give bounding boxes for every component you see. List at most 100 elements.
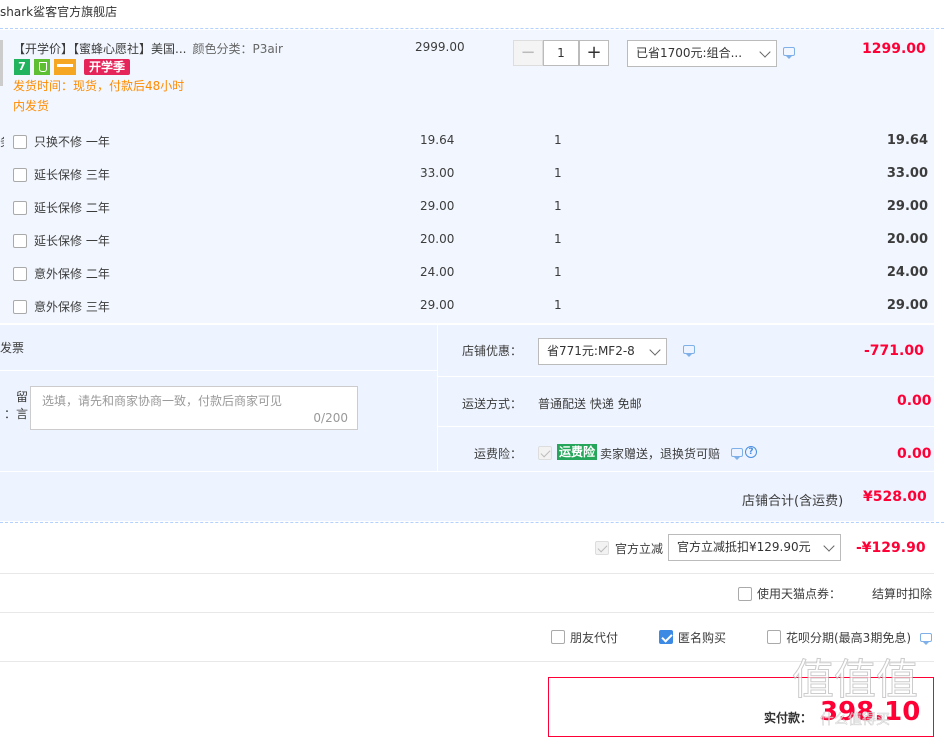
message-textarea[interactable]: 选填，请先和商家协商一致，付款后商家可见 0/200 <box>30 386 358 430</box>
chevron-down-icon <box>649 344 661 356</box>
shop-name[interactable]: shark鲨客官方旗舰店 <box>0 3 117 20</box>
store-coupon-select[interactable]: 省771元:MF2-8 <box>538 338 667 365</box>
quantity-decrease-button[interactable]: − <box>513 40 543 66</box>
product-title-text[interactable]: 【开学价】【蜜蜂心愿社】美国... <box>13 42 186 56</box>
insurance-checkbox[interactable] <box>538 446 552 460</box>
divider <box>0 612 934 613</box>
service-checkbox[interactable] <box>13 267 27 281</box>
cup-icon[interactable] <box>34 59 50 75</box>
message-label: 留言： <box>0 388 28 422</box>
watermark-logo: 值值值 什么值得买 <box>792 655 919 729</box>
quantity-input[interactable]: 1 <box>543 40 579 66</box>
store-coupon-label: 店铺优惠： <box>462 344 523 358</box>
insurance-cost: 0.00 <box>897 446 932 462</box>
item-total-price: 1299.00 <box>862 41 926 57</box>
service-checkbox[interactable] <box>13 201 27 215</box>
divider <box>0 573 934 574</box>
service-total: 29.00 <box>886 199 928 214</box>
message-placeholder: 选填，请先和商家协商一致，付款后商家可见 <box>42 394 283 408</box>
service-checkbox[interactable] <box>13 135 27 149</box>
chat-icon[interactable] <box>783 47 795 59</box>
service-checkbox[interactable] <box>13 234 27 248</box>
delivery-time: 发货时间：现货，付款后48小时 <box>13 79 185 93</box>
service-price: 29.00 <box>420 199 455 213</box>
service-qty: 1 <box>554 232 562 246</box>
divider <box>0 471 934 472</box>
service-label[interactable]: 延长保修 二年 <box>34 199 110 216</box>
service-price: 29.00 <box>420 298 455 312</box>
service-label[interactable]: 意外保修 二年 <box>34 265 110 282</box>
help-icon[interactable]: ? <box>745 446 757 458</box>
tmall-coupon-settle: 结算时扣除 <box>872 587 933 601</box>
shipping-label: 运送方式： <box>462 397 523 411</box>
store-total: ¥528.00 <box>863 489 927 505</box>
friend-pay-checkbox[interactable] <box>551 630 565 644</box>
promotion-select-value: 已省1700元:组合... <box>636 46 743 60</box>
service-total: 29.00 <box>886 298 928 313</box>
insurance-label: 运费险： <box>474 447 523 461</box>
watermark-text: 值值值 <box>792 655 918 704</box>
service-qty: 1 <box>554 133 562 147</box>
seven-day-return-icon[interactable]: 7 <box>14 59 30 75</box>
product-sku: 颜色分类：P3air <box>192 42 283 56</box>
unit-price: 2999.00 <box>415 40 465 54</box>
chat-icon[interactable] <box>683 345 695 357</box>
credit-card-icon[interactable] <box>54 59 76 75</box>
divider <box>0 522 944 523</box>
service-price: 24.00 <box>420 265 455 279</box>
service-price: 19.64 <box>420 133 455 147</box>
promotion-select[interactable]: 已省1700元:组合... <box>627 40 777 67</box>
service-label[interactable]: 意外保修 三年 <box>34 298 110 315</box>
service-total: 24.00 <box>886 265 928 280</box>
service-qty: 1 <box>554 298 562 312</box>
quantity-increase-button[interactable]: + <box>579 40 609 66</box>
service-label[interactable]: 只换不修 一年 <box>34 133 110 150</box>
delivery-time-cont: 内发货 <box>13 99 50 113</box>
service-checkbox[interactable] <box>13 168 27 182</box>
service-row: 延长保修 二年 29.00 1 29.00 <box>0 191 934 224</box>
service-price: 20.00 <box>420 232 455 246</box>
service-qty: 1 <box>554 199 562 213</box>
service-row: 务 只换不修 一年 19.64 1 19.64 <box>0 125 934 158</box>
service-qty: 1 <box>554 166 562 180</box>
chevron-down-icon <box>823 540 835 552</box>
tmall-coupon-label: 使用天猫点券： <box>757 587 842 601</box>
service-checkbox[interactable] <box>13 300 27 314</box>
huabei-checkbox[interactable] <box>767 630 781 644</box>
official-discount-label: 官方立减 <box>615 542 664 556</box>
official-discount-select[interactable]: 官方立减抵扣¥129.90元 <box>668 534 841 561</box>
divider <box>0 370 437 371</box>
huabei-label[interactable]: 花呗分期(最高3期免息) <box>786 629 911 646</box>
message-char-count: 0/200 <box>313 411 348 425</box>
product-badges: 7 开学季 <box>14 59 134 75</box>
anonymous-checkbox[interactable] <box>659 630 673 644</box>
product-title[interactable]: 【开学价】【蜜蜂心愿社】美国... 颜色分类：P3air <box>13 40 283 57</box>
insurance-badge: 运费险 <box>557 444 598 460</box>
anonymous-label[interactable]: 匿名购买 <box>678 629 726 646</box>
shipping-method: 普通配送 快递 免邮 <box>538 397 642 411</box>
back-to-school-badge: 开学季 <box>84 59 131 75</box>
official-discount-checkbox[interactable] <box>595 541 609 555</box>
official-discount-value: 官方立减抵扣¥129.90元 <box>677 540 811 554</box>
chevron-down-icon <box>759 46 771 58</box>
tmall-coupon-checkbox[interactable] <box>738 587 752 601</box>
service-total: 33.00 <box>886 166 928 181</box>
service-row: 意外保修 二年 24.00 1 24.00 <box>0 257 934 290</box>
service-label[interactable]: 延长保修 三年 <box>34 166 110 183</box>
divider <box>437 376 934 377</box>
store-total-label: 店铺合计(含运费) <box>742 494 844 509</box>
friend-pay-label[interactable]: 朋友代付 <box>570 629 618 646</box>
service-label[interactable]: 延长保修 一年 <box>34 232 110 249</box>
chat-icon[interactable] <box>731 448 743 460</box>
insurance-text: 卖家赠送，退换货可赔 <box>600 447 721 461</box>
invoice-text: 发票 <box>0 341 25 355</box>
service-row: 延长保修 一年 20.00 1 20.00 <box>0 224 934 257</box>
official-discount-amount: -¥129.90 <box>856 540 926 556</box>
invoice-label[interactable]: 发票 <box>0 339 26 356</box>
chat-icon[interactable] <box>920 633 932 645</box>
product-thumbnail[interactable] <box>0 40 3 86</box>
divider <box>437 426 934 427</box>
service-qty: 1 <box>554 265 562 279</box>
store-discount: -771.00 <box>864 343 924 359</box>
divider <box>437 325 438 471</box>
